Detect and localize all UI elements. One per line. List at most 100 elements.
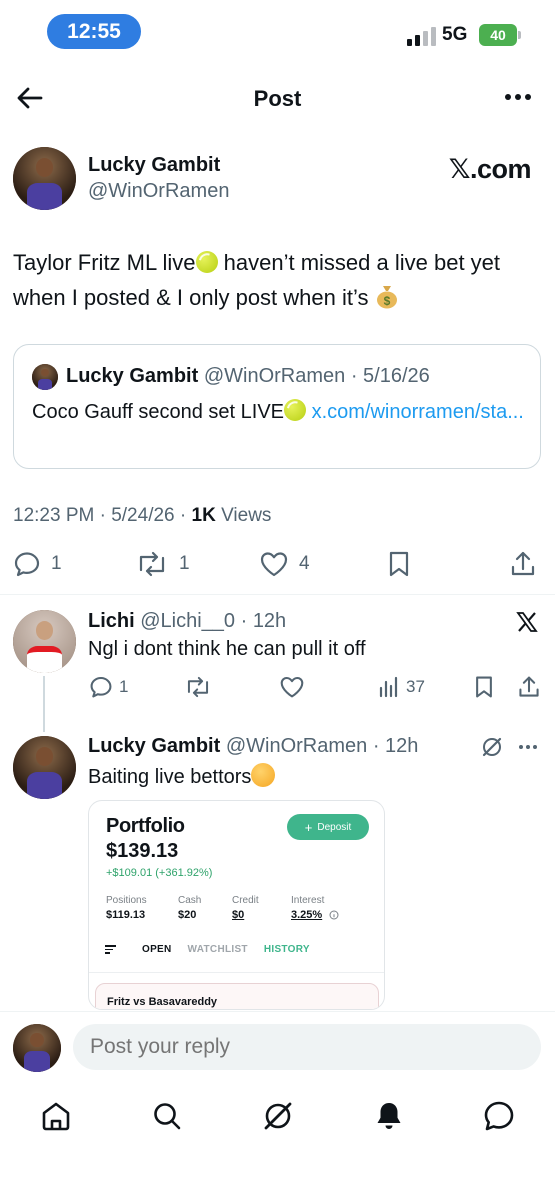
info-icon <box>329 910 339 920</box>
tab-history: HISTORY <box>263 944 310 955</box>
reply-header: Lichi @Lichi__0 · 12h <box>88 610 286 633</box>
signal-icon <box>407 27 436 46</box>
more-options-button[interactable] <box>519 745 537 749</box>
reply-count: 1 <box>51 553 62 574</box>
quoted-author-name: Lucky Gambit <box>66 365 199 387</box>
portfolio-gain: +$109.01 (+361.92%) <box>106 867 213 879</box>
bottom-navigation <box>0 1083 555 1200</box>
quoted-text: Coco Gauff second set LIVE <box>32 401 285 423</box>
views-button[interactable]: 37 <box>378 675 425 699</box>
tab-open: OPEN <box>142 944 172 955</box>
reply-avatar[interactable] <box>13 736 76 799</box>
stat-label: Cash <box>178 895 202 906</box>
thread-connector <box>43 676 45 732</box>
author-name[interactable]: Lucky Gambit <box>88 154 220 177</box>
svg-text:$: $ <box>383 294 390 308</box>
post-header: Post <box>0 74 555 124</box>
reply-text: Baiting live bettors <box>88 763 276 789</box>
grok-icon[interactable] <box>480 735 504 759</box>
divider <box>0 594 555 595</box>
shushing-face-icon <box>251 763 276 787</box>
reply-author-meta: @Lichi__0 · 12h <box>140 610 287 632</box>
reply-text-body: Baiting live bettors <box>88 766 252 788</box>
repost-button[interactable] <box>184 675 212 699</box>
bookmark-icon <box>476 676 492 698</box>
stat-label: Credit <box>232 895 259 906</box>
reply-icon <box>90 676 112 698</box>
repost-icon <box>139 551 165 577</box>
share-button[interactable] <box>509 550 537 578</box>
tweet-text: Taylor Fritz ML live haven’t missed a li… <box>13 245 543 315</box>
quoted-author-meta: @WinOrRamen · 5/16/26 <box>203 365 430 387</box>
page-title: Post <box>253 86 302 111</box>
x-logo-icon <box>516 612 538 632</box>
reply-button[interactable]: 1 <box>89 675 128 699</box>
portfolio-value: $139.13 <box>106 840 179 862</box>
like-count: 4 <box>299 553 310 574</box>
my-avatar <box>13 1024 61 1072</box>
bookmark-button[interactable] <box>387 550 411 578</box>
reply-text: Ngl i dont think he can pull it off <box>88 638 366 660</box>
nav-messages[interactable] <box>482 1099 516 1133</box>
share-icon <box>511 551 535 576</box>
tweet-timestamp: 12:23 PM · 5/24/26 · 1K Views <box>13 505 271 527</box>
network-type: 5G <box>442 24 468 45</box>
stat-value: $119.13 <box>106 909 146 921</box>
divider <box>89 972 384 973</box>
heart-icon <box>280 676 304 698</box>
reply-icon <box>14 552 40 577</box>
reply-input[interactable] <box>73 1024 541 1070</box>
more-options-button[interactable] <box>505 94 531 100</box>
portfolio-image[interactable]: Portfolio $139.13 +$109.01 (+361.92%) + D… <box>88 800 385 1010</box>
like-button[interactable]: 4 <box>259 550 310 578</box>
battery-level: 40 <box>490 27 506 43</box>
status-time: 12:55 <box>47 14 141 49</box>
quoted-avatar <box>32 364 58 390</box>
nav-home[interactable] <box>39 1099 73 1133</box>
repost-button[interactable]: 1 <box>135 550 190 578</box>
author-avatar[interactable] <box>13 147 76 210</box>
position-title: Fritz vs Basavareddy <box>107 996 218 1008</box>
repost-count: 1 <box>179 553 190 574</box>
analytics-icon <box>379 676 398 698</box>
status-bar: 12:55 5G 40 <box>0 0 555 62</box>
tweet-actions: 1 1 4 <box>0 544 555 586</box>
reply-button[interactable]: 1 <box>13 550 62 578</box>
reply-avatar[interactable] <box>13 610 76 673</box>
reply-author-name[interactable]: Lichi <box>88 610 135 632</box>
quoted-tweet[interactable]: Lucky Gambit @WinOrRamen · 5/16/26 Coco … <box>13 344 541 469</box>
grok-icon <box>264 1102 292 1130</box>
views-count: 37 <box>406 677 425 696</box>
repost-icon <box>187 676 209 698</box>
money-bag-icon: $ <box>376 286 397 309</box>
quoted-link[interactable]: x.com/winorramen/sta... <box>312 401 524 423</box>
share-icon <box>519 676 539 697</box>
deposit-button: + Deposit <box>287 814 369 840</box>
reply-author-name[interactable]: Lucky Gambit <box>88 735 220 757</box>
nav-notifications[interactable] <box>372 1099 406 1133</box>
like-button[interactable] <box>279 675 305 699</box>
heart-icon <box>260 552 288 577</box>
reply-count: 1 <box>119 677 129 696</box>
search-icon <box>154 1103 181 1130</box>
position-card: Fritz vs Basavareddy <box>95 983 379 1009</box>
stat-value: $0 <box>232 909 245 921</box>
share-button[interactable] <box>517 675 541 699</box>
plus-icon: + <box>304 819 313 835</box>
nav-search[interactable] <box>150 1099 184 1133</box>
stat-value: $20 <box>178 909 197 921</box>
views-count: 1K <box>191 505 216 526</box>
nav-grok[interactable] <box>261 1099 295 1133</box>
reply-composer <box>0 1011 555 1083</box>
bookmark-button[interactable] <box>473 675 495 699</box>
views-label: Views <box>215 505 272 526</box>
author-handle[interactable]: @WinOrRamen <box>88 180 229 203</box>
stat-label: Interest <box>291 895 325 906</box>
tweet-text-part1: Taylor Fritz ML live <box>13 250 196 275</box>
deposit-label: Deposit <box>317 821 352 833</box>
battery-icon: 40 <box>479 24 521 46</box>
portfolio-tabs: OPEN WATCHLIST HISTORY <box>105 944 310 955</box>
reply-author-meta: @WinOrRamen · 12h <box>225 735 419 757</box>
bookmark-icon <box>389 551 409 577</box>
home-icon <box>42 1102 70 1131</box>
